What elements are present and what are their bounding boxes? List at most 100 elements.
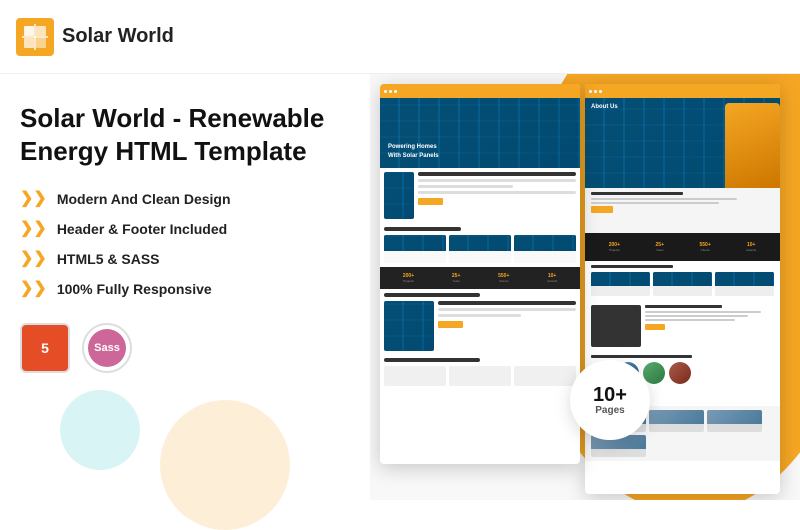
mock-stat-label-4: Awards <box>547 279 557 283</box>
mock-stat-3: 550+ Clients <box>498 273 509 283</box>
mock-services-grid <box>384 235 576 263</box>
logo-text: Solar World <box>62 25 174 48</box>
mock-line-1 <box>418 172 576 176</box>
mock-r-person <box>725 103 780 188</box>
mock-working <box>380 355 580 389</box>
mock-service-top-2 <box>449 235 511 251</box>
mock-r-header <box>585 84 780 98</box>
mock-r-wcard-3 <box>715 272 774 296</box>
mock-stat-label-1: Projects <box>403 279 414 283</box>
mock-r-dot-2 <box>594 90 597 93</box>
feature-item-4: ❯❯ 100% Fully Responsive <box>20 281 350 297</box>
feature-label-4: 100% Fully Responsive <box>57 281 212 297</box>
mock-r-reshaping <box>585 188 780 233</box>
mock-dot-2 <box>389 90 392 93</box>
mock-r-about-content <box>645 305 774 347</box>
mock-service-top-3 <box>514 235 576 251</box>
pages-badge: 10+ Pages <box>570 360 650 440</box>
mock-line-6 <box>438 308 576 311</box>
mock-r-line-2 <box>591 198 737 200</box>
mock-r-wcard-img-2 <box>653 272 712 286</box>
mini-card-top-3 <box>707 410 762 424</box>
arrow-icon-3: ❯❯ <box>20 251 47 267</box>
mock-about-text <box>418 172 576 219</box>
deco-circle-teal <box>60 390 140 470</box>
mock-r-about-title: About Us <box>591 104 618 110</box>
mock-r-avatar-3 <box>643 362 665 384</box>
mock-r-wcard-1 <box>591 272 650 296</box>
deco-circle-orange <box>160 400 290 530</box>
html5-badge: 5 <box>20 323 70 373</box>
mock-r-working-title <box>591 265 673 268</box>
mock-r-dot-3 <box>599 90 602 93</box>
mock-r-avatar-4 <box>669 362 691 384</box>
mock-services <box>380 223 580 267</box>
mock-r-about-solar <box>585 301 780 351</box>
mock-service-2 <box>449 235 511 263</box>
mock-line-2 <box>418 179 576 182</box>
tech-badges: 5 Sass <box>20 323 350 373</box>
mock-service-top-1 <box>384 235 446 251</box>
feature-item-1: ❯❯ Modern And Clean Design <box>20 191 350 207</box>
mock-r-about-btn <box>645 324 665 330</box>
mock-r-stats: 200+ Projects 25+ Years 550+ Clients 10+… <box>585 233 780 261</box>
arrow-icon-2: ❯❯ <box>20 221 47 237</box>
mock-stat-2: 25+ Years <box>452 273 460 283</box>
left-panel: Solar World - Renewable Energy HTML Temp… <box>0 74 370 500</box>
mini-card-3 <box>707 410 762 432</box>
mock-dot-3 <box>394 90 397 93</box>
mock-btn <box>418 198 443 205</box>
right-panel: Powering HomesWith Solar Panels <box>360 74 800 500</box>
mock-services-title <box>384 227 461 231</box>
mock-service-3 <box>514 235 576 263</box>
mock-r-dot-1 <box>589 90 592 93</box>
mock-r-label-1: Projects <box>609 248 620 252</box>
html5-label: 5 <box>41 340 49 356</box>
mock-header <box>380 84 580 98</box>
mock-working-title <box>384 358 480 362</box>
mock-working-cards <box>384 366 576 386</box>
arrow-icon-4: ❯❯ <box>20 281 47 297</box>
mock-r-stat-4: 10+ Awards <box>746 242 756 252</box>
mock-line-4 <box>418 191 576 194</box>
mock-service-bot-3 <box>514 251 576 263</box>
mock-r-btn <box>591 206 613 213</box>
mock-r-stat-1: 200+ Projects <box>609 242 620 252</box>
mini-card-2 <box>649 410 704 432</box>
logo: Solar World <box>16 18 174 56</box>
mock-wcard-2 <box>449 366 511 386</box>
mock-service-bot-2 <box>449 251 511 263</box>
mock-stat-1: 200+ Projects <box>403 273 414 283</box>
mock-r-about-line-3 <box>645 315 748 317</box>
mockup-left: Powering HomesWith Solar Panels <box>380 84 580 464</box>
mock-r-line-3 <box>591 202 719 204</box>
mock-line-3 <box>418 185 513 188</box>
mock-r-label-3: Clients <box>700 248 711 252</box>
logo-icon <box>16 18 54 56</box>
mock-line-7 <box>438 314 521 317</box>
mock-stats: 200+ Projects 25+ Years 550+ Clients 10+… <box>380 267 580 289</box>
mock-r-stat-3: 550+ Clients <box>700 242 711 252</box>
mock-stat-4: 10+ Awards <box>547 273 557 283</box>
mock-hero: Powering HomesWith Solar Panels <box>380 98 580 168</box>
mock-r-line-1 <box>591 192 683 195</box>
pages-label: Pages <box>595 405 624 416</box>
mock-stat-label-2: Years <box>452 279 460 283</box>
mock-stat-label-3: Clients <box>498 279 509 283</box>
feature-label-3: HTML5 & SASS <box>57 251 160 267</box>
mock-wcard-3 <box>514 366 576 386</box>
mock-btn-2 <box>438 321 463 328</box>
mock-r-stat-2: 25+ Years <box>656 242 664 252</box>
mock-reshaping-img <box>384 301 576 351</box>
app-header: Solar World <box>0 0 800 74</box>
sass-badge: Sass <box>82 323 132 373</box>
mock-r-wcard-2 <box>653 272 712 296</box>
features-list: ❯❯ Modern And Clean Design ❯❯ Header & F… <box>20 191 350 297</box>
sass-inner: Sass <box>88 329 126 367</box>
mini-card-top-2 <box>649 410 704 424</box>
mock-r-prof-title <box>591 355 692 358</box>
mock-wcard-1 <box>384 366 446 386</box>
mock-r-label-2: Years <box>656 248 664 252</box>
arrow-icon-1: ❯❯ <box>20 191 47 207</box>
mock-r-about-line-4 <box>645 319 735 321</box>
